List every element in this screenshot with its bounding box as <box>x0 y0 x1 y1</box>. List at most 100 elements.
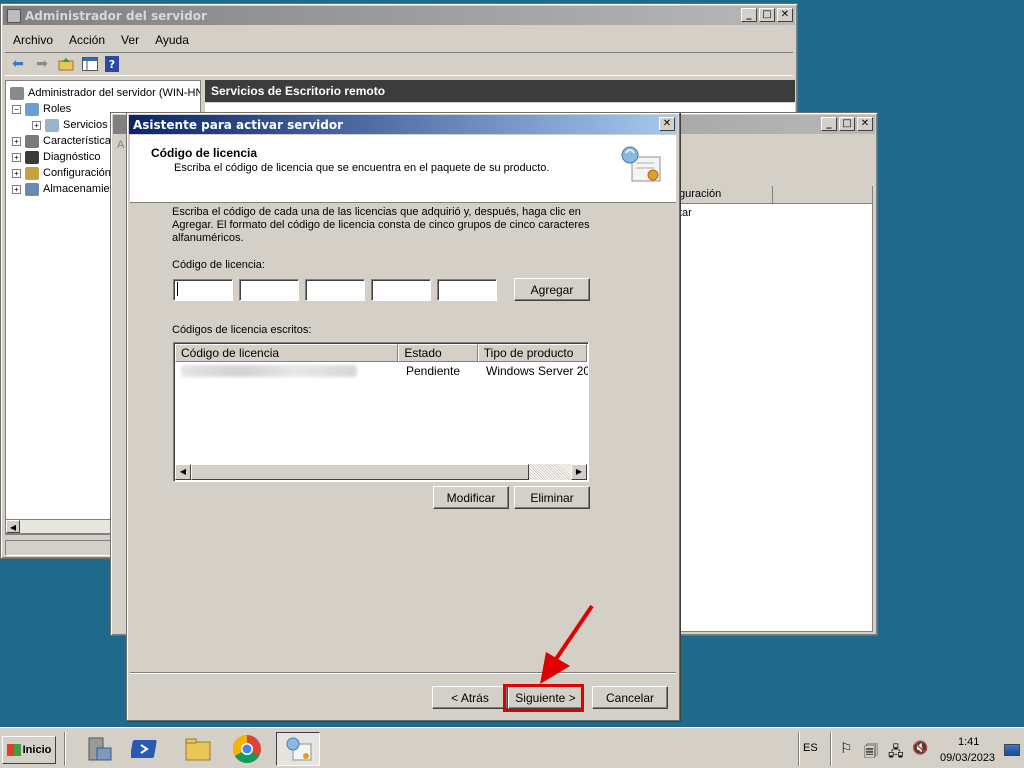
expand-icon[interactable]: + <box>12 168 21 178</box>
close-button[interactable]: ✕ <box>777 8 793 22</box>
configuration-icon <box>25 166 39 180</box>
right-pane-title: Servicios de Escritorio remoto <box>205 80 795 102</box>
certificate-icon <box>621 146 661 182</box>
server-icon <box>10 86 24 100</box>
next-button-highlight <box>503 684 584 712</box>
minimize-button[interactable]: _ <box>821 117 837 131</box>
close-button[interactable]: ✕ <box>857 117 873 131</box>
clipboard-icon[interactable]: 🗐 <box>864 741 878 765</box>
expand-icon[interactable]: + <box>12 152 21 162</box>
maximize-button[interactable]: □ <box>759 8 775 22</box>
status-cell: Pendiente <box>406 364 461 378</box>
network-icon[interactable]: 🖧 <box>888 741 904 765</box>
powershell-icon[interactable] <box>128 732 164 766</box>
minimize-button[interactable]: _ <box>741 8 757 22</box>
taskbar-separator <box>798 732 800 766</box>
menu-accion[interactable]: Acción <box>61 33 113 47</box>
redacted-license-code <box>181 365 357 377</box>
show-desktop-icon[interactable] <box>1004 744 1020 756</box>
cancel-button[interactable]: Cancelar <box>592 686 668 709</box>
collapse-icon[interactable]: − <box>12 104 21 114</box>
clock-time[interactable]: 1:41 <box>958 736 979 748</box>
background-list-header: guración <box>677 186 873 204</box>
license-code-input-4[interactable] <box>371 279 431 301</box>
tree-root[interactable]: Administrador del servidor (WIN-HN <box>10 85 200 101</box>
column-status[interactable]: Estado <box>398 344 478 362</box>
server-manager-titlebar[interactable]: Administrador del servidor _ □ ✕ <box>3 6 795 25</box>
license-code-input-3[interactable] <box>305 279 365 301</box>
tree-services[interactable]: + Servicios <box>32 117 108 133</box>
chrome-icon[interactable] <box>229 732 265 766</box>
modify-button[interactable]: Modificar <box>433 486 509 509</box>
license-code-input-1[interactable] <box>173 279 233 301</box>
file-explorer-icon[interactable] <box>180 732 216 766</box>
text-cursor <box>177 282 178 296</box>
tree-features[interactable]: + Característica <box>12 133 111 149</box>
up-folder-icon[interactable] <box>57 55 75 73</box>
taskbar-separator <box>64 732 66 766</box>
entered-codes-label: Códigos de licencia escritos: <box>172 324 312 336</box>
tree-horizontal-scrollbar[interactable]: ◀ <box>5 519 113 534</box>
back-button[interactable]: < Atrás <box>432 686 508 709</box>
start-button[interactable]: Inicio <box>2 736 56 764</box>
console-tree-icon[interactable] <box>81 55 99 73</box>
license-codes-list[interactable]: Código de licencia Estado Tipo de produc… <box>173 342 589 482</box>
diagnostics-icon <box>25 150 39 164</box>
menu-ver[interactable]: Ver <box>113 33 147 47</box>
windows-flag-icon <box>6 744 21 756</box>
column-product-type[interactable]: Tipo de producto <box>477 344 587 362</box>
license-code-label: Código de licencia: <box>172 259 265 271</box>
wizard-close-button[interactable]: ✕ <box>659 117 675 131</box>
background-column-empty[interactable] <box>773 186 873 203</box>
red-arrow-icon <box>540 604 594 684</box>
license-code-input-2[interactable] <box>239 279 299 301</box>
background-list <box>677 186 873 632</box>
background-row-text: tar <box>679 207 692 219</box>
wizard-titlebar[interactable]: Asistente para activar servidor ✕ <box>129 115 677 134</box>
features-icon <box>25 134 39 148</box>
list-horizontal-scrollbar[interactable]: ◀ ▶ <box>175 464 587 480</box>
remote-desktop-icon <box>45 118 59 132</box>
wizard-instructions: Escriba el código de cada una de las lic… <box>172 206 590 244</box>
wizard-header-subtitle: Escriba el código de licencia que se enc… <box>174 162 550 174</box>
tree-storage[interactable]: + Almacenamie <box>12 181 110 197</box>
wizard-title: Asistente para activar servidor <box>133 117 343 132</box>
table-row[interactable]: Pendiente Windows Server 2008 <box>175 363 589 379</box>
tree-configuration[interactable]: + Configuración <box>12 165 111 181</box>
background-column-header[interactable]: guración <box>677 186 773 203</box>
server-manager-icon <box>7 8 21 23</box>
back-arrow-icon[interactable]: ⬅ <box>9 55 27 73</box>
toolbar: ⬅ ➡ ? <box>5 52 793 76</box>
wizard-header-title: Código de licencia <box>151 146 258 160</box>
column-license-code[interactable]: Código de licencia <box>175 344 399 362</box>
clock-date[interactable]: 09/03/2023 <box>940 752 995 764</box>
license-code-input-5[interactable] <box>437 279 497 301</box>
wizard-header: Código de licencia Escriba el código de … <box>130 135 676 203</box>
delete-button[interactable]: Eliminar <box>514 486 590 509</box>
language-indicator[interactable]: ES <box>803 742 818 754</box>
background-window-fragment: A <box>117 139 125 151</box>
scrollbar-track[interactable] <box>529 464 571 480</box>
expand-icon[interactable]: + <box>12 136 21 146</box>
menu-archivo[interactable]: Archivo <box>5 33 61 47</box>
product-type-cell: Windows Server 2008 <box>486 364 589 378</box>
volume-muted-icon[interactable]: 🔇 <box>912 741 928 756</box>
tree-roles[interactable]: − Roles <box>12 101 71 117</box>
action-center-flag-icon[interactable]: ⚐ <box>840 741 853 757</box>
tree-diagnostics[interactable]: + Diagnóstico <box>12 149 100 165</box>
scrollbar-thumb[interactable] <box>191 464 529 480</box>
scroll-left-icon[interactable]: ◀ <box>6 520 20 533</box>
server-manager-taskbar-icon[interactable] <box>80 732 116 766</box>
roles-icon <box>25 102 39 116</box>
expand-icon[interactable]: + <box>12 184 21 194</box>
add-button[interactable]: Agregar <box>514 278 590 301</box>
maximize-button[interactable]: □ <box>839 117 855 131</box>
forward-arrow-icon[interactable]: ➡ <box>33 55 51 73</box>
activation-wizard-taskbar-icon[interactable] <box>276 732 320 766</box>
menu-ayuda[interactable]: Ayuda <box>147 33 197 47</box>
scroll-left-icon[interactable]: ◀ <box>175 464 191 480</box>
server-manager-title: Administrador del servidor <box>25 8 207 23</box>
expand-icon[interactable]: + <box>32 120 41 130</box>
scroll-right-icon[interactable]: ▶ <box>571 464 587 480</box>
help-icon[interactable]: ? <box>105 56 119 72</box>
